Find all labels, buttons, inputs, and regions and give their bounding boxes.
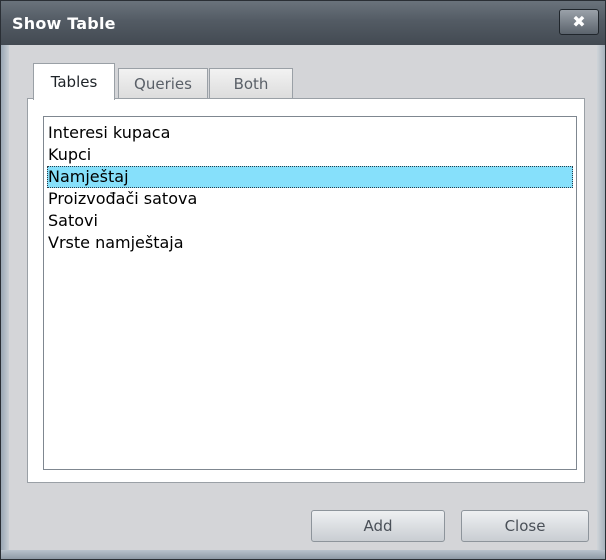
list-item-interesi-kupaca[interactable]: Interesi kupaca — [47, 122, 573, 144]
table-list[interactable]: Interesi kupaca Kupci Namještaj Proizvođ… — [43, 116, 577, 470]
list-item-kupci[interactable]: Kupci — [47, 144, 573, 166]
window-left-border — [1, 45, 9, 557]
dialog-title: Show Table — [12, 14, 116, 33]
list-item-namjestaj[interactable]: Namještaj — [47, 166, 573, 188]
tab-tables[interactable]: Tables — [33, 63, 115, 100]
list-item-vrste-namjestaja[interactable]: Vrste namještaja — [47, 232, 573, 254]
list-item-satovi[interactable]: Satovi — [47, 210, 573, 232]
window-right-border — [597, 45, 605, 557]
add-button[interactable]: Add — [311, 510, 445, 542]
window-bottom-border — [1, 550, 605, 559]
title-bar[interactable]: Show Table ✖ — [1, 1, 605, 45]
list-item-proizvodaci-satova[interactable]: Proizvođači satova — [47, 188, 573, 210]
tab-both[interactable]: Both — [209, 68, 293, 99]
close-icon[interactable]: ✖ — [559, 9, 599, 35]
close-button[interactable]: Close — [461, 510, 589, 542]
tab-queries[interactable]: Queries — [118, 68, 208, 99]
show-table-dialog: Show Table ✖ Tables Queries Both Interes… — [0, 0, 606, 560]
